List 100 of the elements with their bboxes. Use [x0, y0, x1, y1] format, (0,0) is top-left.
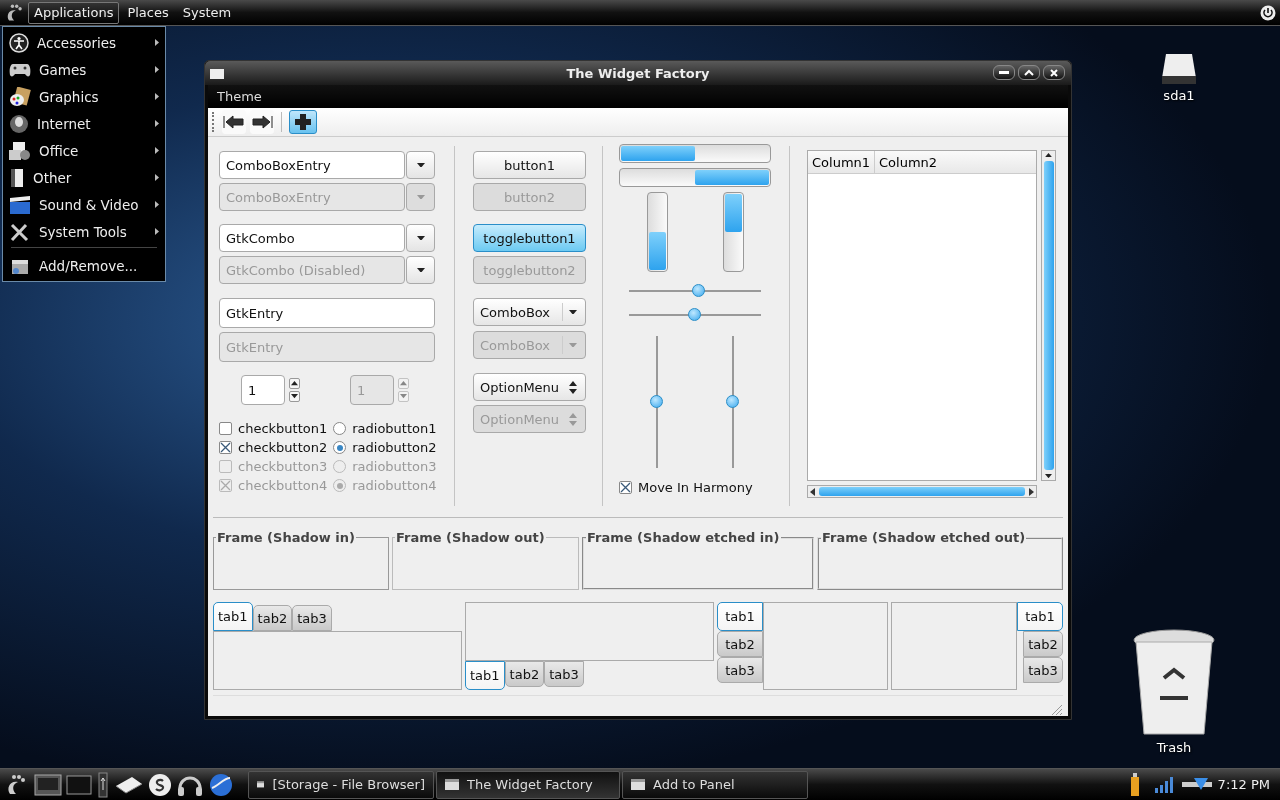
- option-menu[interactable]: OptionMenu: [473, 373, 586, 401]
- tab[interactable]: tab2: [717, 631, 763, 657]
- radio-button[interactable]: [333, 422, 347, 435]
- menu-item-label[interactable]: Internet: [37, 115, 147, 132]
- slider-thumb[interactable]: [691, 284, 705, 297]
- dropdown-button[interactable]: [406, 256, 435, 284]
- close-button[interactable]: [1043, 65, 1065, 80]
- menu-item-label[interactable]: Sound & Video: [39, 196, 147, 213]
- radio-label[interactable]: radiobutton2: [352, 440, 437, 455]
- desktop-icon-label[interactable]: Trash: [1156, 740, 1192, 755]
- menu-item[interactable]: Games: [3, 56, 165, 83]
- tab[interactable]: tab3: [1023, 657, 1063, 683]
- toggle-button[interactable]: togglebutton1: [473, 224, 586, 252]
- down-arrow-icon: [569, 309, 577, 315]
- combo-box[interactable]: ComboBox: [473, 298, 586, 326]
- menu-bar-item[interactable]: Theme: [217, 89, 262, 104]
- taskbar-button[interactable]: [Storage - File Browser]: [248, 770, 434, 799]
- dropdown-button[interactable]: [406, 151, 435, 179]
- menu-item[interactable]: Internet: [3, 110, 165, 137]
- spin-field[interactable]: 1: [241, 375, 285, 405]
- submenu-arrow-icon: [155, 228, 159, 235]
- dropdown-button[interactable]: [406, 224, 435, 252]
- tab[interactable]: tab1: [465, 661, 505, 690]
- tab[interactable]: tab1: [717, 602, 763, 631]
- increment-button[interactable]: [289, 378, 300, 389]
- minimize-icon: [999, 71, 1009, 74]
- menu-item[interactable]: System Tools: [3, 218, 165, 245]
- slider[interactable]: [629, 308, 761, 322]
- menu-item-label[interactable]: System Tools: [39, 223, 147, 240]
- tab[interactable]: tab2: [252, 605, 293, 631]
- vertical-slider[interactable]: [726, 336, 740, 468]
- tab[interactable]: tab3: [292, 605, 332, 631]
- push-button[interactable]: button1: [473, 151, 586, 179]
- signal-icon[interactable]: [1153, 776, 1174, 793]
- text-field[interactable]: GtkEntry: [219, 298, 435, 328]
- slider-thumb[interactable]: [726, 395, 739, 408]
- column-header[interactable]: Column1: [808, 151, 875, 173]
- menu-item[interactable]: Other: [3, 164, 165, 191]
- tab[interactable]: tab3: [717, 657, 763, 683]
- menu-item-label[interactable]: Games: [39, 61, 147, 78]
- column-header[interactable]: Column2: [875, 151, 1036, 173]
- window-icon: [445, 779, 459, 790]
- window-icon: [210, 69, 224, 79]
- battery-icon[interactable]: [1129, 772, 1140, 797]
- horizontal-scrollbar[interactable]: [807, 485, 1037, 498]
- menu-item[interactable]: Graphics: [3, 83, 165, 110]
- accessibility-icon: [9, 32, 29, 53]
- maximize-button[interactable]: [1018, 65, 1040, 80]
- tab[interactable]: tab1: [1017, 602, 1063, 631]
- combo-field[interactable]: GtkCombo: [219, 224, 405, 252]
- menu-item-label[interactable]: Graphics: [39, 88, 147, 105]
- tab[interactable]: tab1: [213, 602, 253, 631]
- document-icon: [9, 167, 25, 188]
- checkbox[interactable]: [219, 441, 232, 454]
- panel-menu[interactable]: System: [176, 1, 238, 24]
- taskbar-button[interactable]: Add to Panel: [622, 770, 808, 799]
- vertical-slider[interactable]: [650, 336, 664, 468]
- clock[interactable]: 7:12 PM: [1217, 777, 1270, 792]
- panel-menu[interactable]: Places: [121, 1, 175, 24]
- menu-item-label[interactable]: Add/Remove...: [39, 257, 159, 274]
- checkbox[interactable]: [619, 481, 632, 494]
- menu-item[interactable]: Accessories: [3, 29, 165, 56]
- frame-label: Frame (Shadow etched out): [821, 530, 1027, 545]
- terminal-icon[interactable]: [66, 773, 92, 796]
- minimize-button[interactable]: [993, 65, 1015, 80]
- decrement-button[interactable]: [289, 391, 300, 402]
- menu-item[interactable]: Add/Remove...: [3, 252, 165, 279]
- window-icon: [257, 779, 265, 790]
- resize-grip-icon[interactable]: [1049, 702, 1063, 716]
- checkbox-label[interactable]: checkbutton1: [238, 421, 328, 436]
- drive-icon[interactable]: [1160, 52, 1198, 86]
- radio-label[interactable]: radiobutton1: [352, 421, 437, 436]
- menu-item-label[interactable]: Office: [39, 142, 147, 159]
- vertical-scrollbar[interactable]: [1041, 150, 1056, 481]
- monitor-icon[interactable]: [34, 772, 62, 797]
- radio-button[interactable]: [333, 441, 347, 454]
- slider-thumb[interactable]: [650, 395, 663, 408]
- submenu-arrow-icon: [155, 174, 159, 181]
- checkbox-label[interactable]: Move In Harmony: [638, 480, 753, 495]
- submenu-arrow-icon: [155, 120, 159, 127]
- usb-icon[interactable]: [96, 771, 110, 798]
- checkbox-label[interactable]: checkbutton2: [238, 440, 328, 455]
- tab[interactable]: tab3: [544, 661, 584, 687]
- power-icon[interactable]: [1260, 4, 1276, 21]
- menu-item[interactable]: Office: [3, 137, 165, 164]
- taskbar-button[interactable]: The Widget Factory: [436, 770, 620, 799]
- submenu-arrow-icon: [155, 66, 159, 73]
- toolbar-button[interactable]: [289, 110, 317, 134]
- menu-item-label[interactable]: Other: [33, 169, 147, 186]
- menu-item[interactable]: Sound & Video: [3, 191, 165, 218]
- slider[interactable]: [629, 284, 761, 298]
- tab[interactable]: tab2: [1023, 631, 1063, 657]
- desktop-icon-label[interactable]: sda1: [1163, 88, 1195, 103]
- menu-item-label[interactable]: Accessories: [37, 34, 147, 51]
- tab[interactable]: tab2: [504, 661, 545, 687]
- checkbox[interactable]: [219, 422, 232, 435]
- cross-icon: [220, 442, 231, 453]
- combo-entry-field[interactable]: ComboBoxEntry: [219, 151, 405, 179]
- slider-thumb[interactable]: [688, 308, 701, 321]
- panel-menu[interactable]: Applications: [28, 1, 120, 24]
